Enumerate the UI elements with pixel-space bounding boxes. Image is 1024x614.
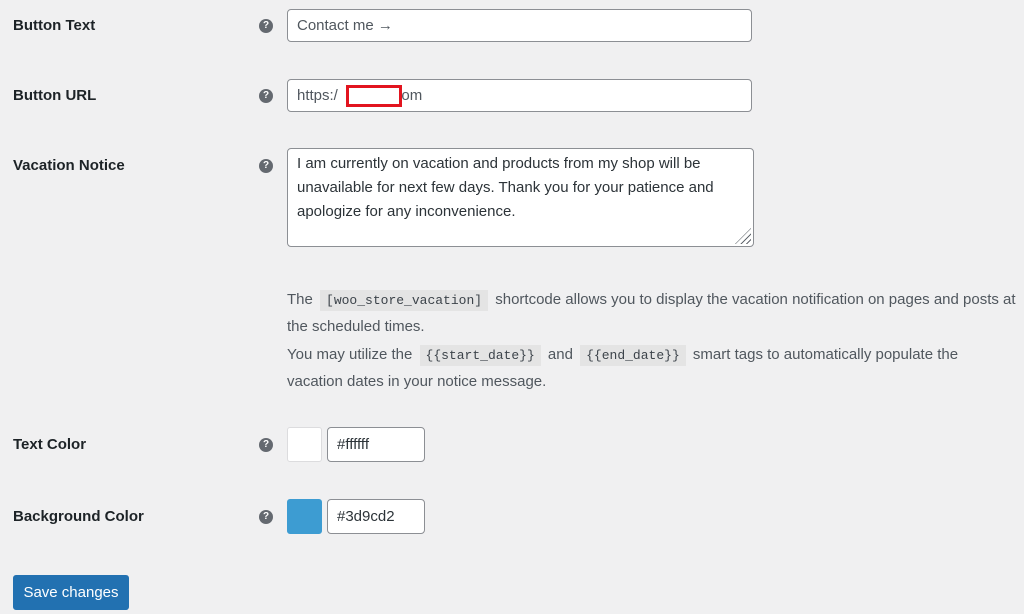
help-icon[interactable]: ?	[259, 19, 273, 33]
url-prefix: https:/	[297, 87, 338, 104]
help-icon[interactable]: ?	[259, 438, 273, 452]
background-color-swatch[interactable]	[287, 499, 322, 534]
help-icon[interactable]: ?	[259, 510, 273, 524]
background-color-label: Background Color	[13, 508, 144, 525]
vacation-notice-textarea[interactable]: I am currently on vacation and products …	[287, 148, 754, 247]
shortcode-description: The [woo_store_vacation] shortcode allow…	[287, 290, 1016, 335]
text-color-label: Text Color	[13, 436, 87, 453]
text-color-input[interactable]	[327, 427, 425, 462]
vacation-notice-label: Vacation Notice	[13, 157, 125, 174]
text-color-swatch[interactable]	[287, 427, 322, 462]
end-date-tag: {{end_date}}	[580, 345, 686, 366]
smart-tags-description: You may utilize the {{start_date}} and {…	[287, 345, 959, 390]
background-color-input[interactable]	[327, 499, 425, 534]
redaction-box	[346, 85, 402, 107]
shortcode-code: [woo_store_vacation]	[320, 290, 489, 311]
start-date-tag: {{start_date}}	[419, 345, 541, 366]
save-changes-button[interactable]: Save changes	[13, 575, 129, 610]
help-icon[interactable]: ?	[259, 89, 273, 103]
button-text-input[interactable]	[287, 9, 752, 42]
button-url-label: Button URL	[13, 87, 97, 104]
help-icon[interactable]: ?	[259, 159, 273, 173]
button-text-label: Button Text	[13, 17, 96, 34]
